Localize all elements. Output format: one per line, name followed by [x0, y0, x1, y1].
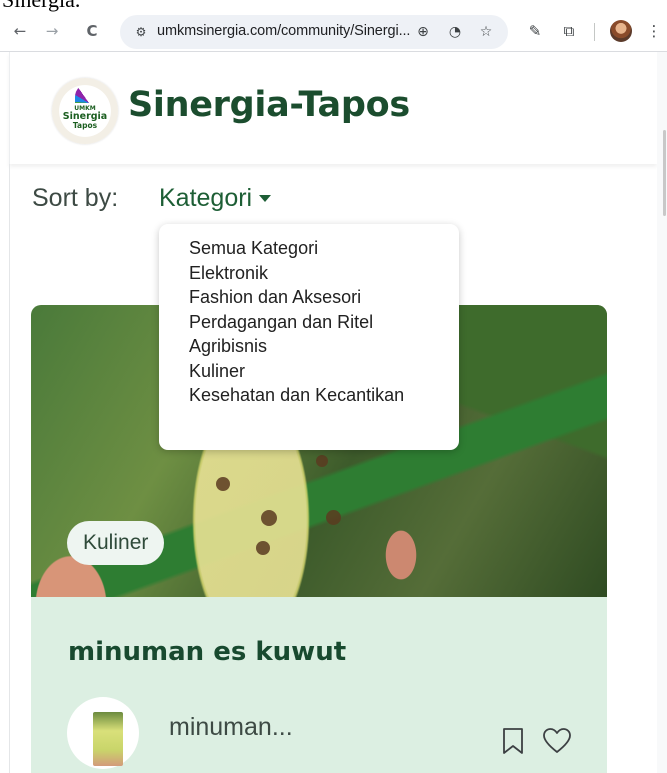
dropdown-option-perdagangan[interactable]: Perdagangan dan Ritel — [159, 310, 459, 335]
logo-rays — [75, 83, 103, 103]
author-avatar-image — [93, 712, 123, 766]
zoom-icon[interactable]: ⊕ — [414, 23, 432, 41]
dropdown-option-elektronik[interactable]: Elektronik — [159, 261, 459, 286]
category-badge[interactable]: Kuliner — [67, 521, 165, 565]
profile-avatar[interactable] — [610, 20, 632, 42]
previous-content-edge: Sinergia. — [0, 0, 667, 12]
drink-seed — [216, 477, 230, 491]
back-arrow-icon[interactable]: ← — [8, 19, 32, 43]
bookmark-icon[interactable] — [501, 727, 525, 755]
browser-toolbar: ← → C ⚙ umkmsinergia.com/community/Siner… — [0, 12, 667, 52]
drink-seed — [326, 510, 341, 525]
heart-icon[interactable] — [542, 727, 572, 755]
dropdown-option-kuliner[interactable]: Kuliner — [159, 359, 459, 384]
bookmark-star-icon[interactable]: ☆ — [477, 23, 495, 41]
dropdown-option-kesehatan[interactable]: Kesehatan dan Kecantikan — [159, 383, 459, 408]
toolbar-divider — [594, 23, 595, 41]
dropdown-option-agribisnis[interactable]: Agribisnis — [159, 334, 459, 359]
logo-line-3: Tapos — [72, 121, 98, 130]
drink-seed — [256, 541, 270, 555]
page-scrollbar[interactable] — [657, 52, 667, 773]
cut-off-text: Sinergia. — [2, 0, 80, 12]
forward-arrow-icon[interactable]: → — [40, 19, 64, 43]
card-body: minuman es kuwut minuman... — [31, 597, 607, 773]
drink-seed — [261, 510, 277, 526]
logo-lettering: UMKM Sinergia Tapos — [62, 105, 108, 130]
sort-label: Sort by: — [32, 184, 119, 212]
dropdown-option-fashion[interactable]: Fashion dan Aksesori — [159, 285, 459, 310]
category-dropdown-menu: Semua Kategori Elektronik Fashion dan Ak… — [159, 224, 459, 450]
site-header: UMKM Sinergia Tapos Sinergia-Tapos — [9, 52, 657, 164]
author-name[interactable]: minuman... — [169, 713, 293, 742]
dropdown-option-semua-kategori[interactable]: Semua Kategori — [159, 236, 459, 261]
address-bar[interactable]: ⚙ umkmsinergia.com/community/Sinergi... … — [120, 15, 508, 49]
extensions-icon[interactable]: ⧉ — [558, 20, 580, 42]
content-left-edge — [9, 164, 10, 773]
site-info-icon[interactable]: ⚙ — [132, 23, 150, 41]
scrollbar-thumb[interactable] — [663, 130, 666, 216]
site-logo[interactable]: UMKM Sinergia Tapos — [52, 78, 118, 144]
reload-icon[interactable]: C — [80, 19, 104, 43]
pen-icon[interactable]: ✎ — [524, 20, 546, 42]
site-title[interactable]: Sinergia-Tapos — [128, 85, 410, 125]
post-title[interactable]: minuman es kuwut — [68, 637, 346, 667]
sort-dropdown-toggle[interactable]: Kategori — [159, 184, 272, 213]
url-text[interactable]: umkmsinergia.com/community/Sinergi... — [157, 23, 410, 39]
logo-line-2: Sinergia — [62, 111, 108, 122]
caret-down-icon — [259, 195, 272, 202]
menu-icon[interactable]: ⋮ — [645, 20, 663, 42]
drink-seed — [316, 455, 328, 467]
performance-icon[interactable]: ◔ — [446, 23, 464, 41]
sort-selected-value: Kategori — [159, 184, 253, 212]
